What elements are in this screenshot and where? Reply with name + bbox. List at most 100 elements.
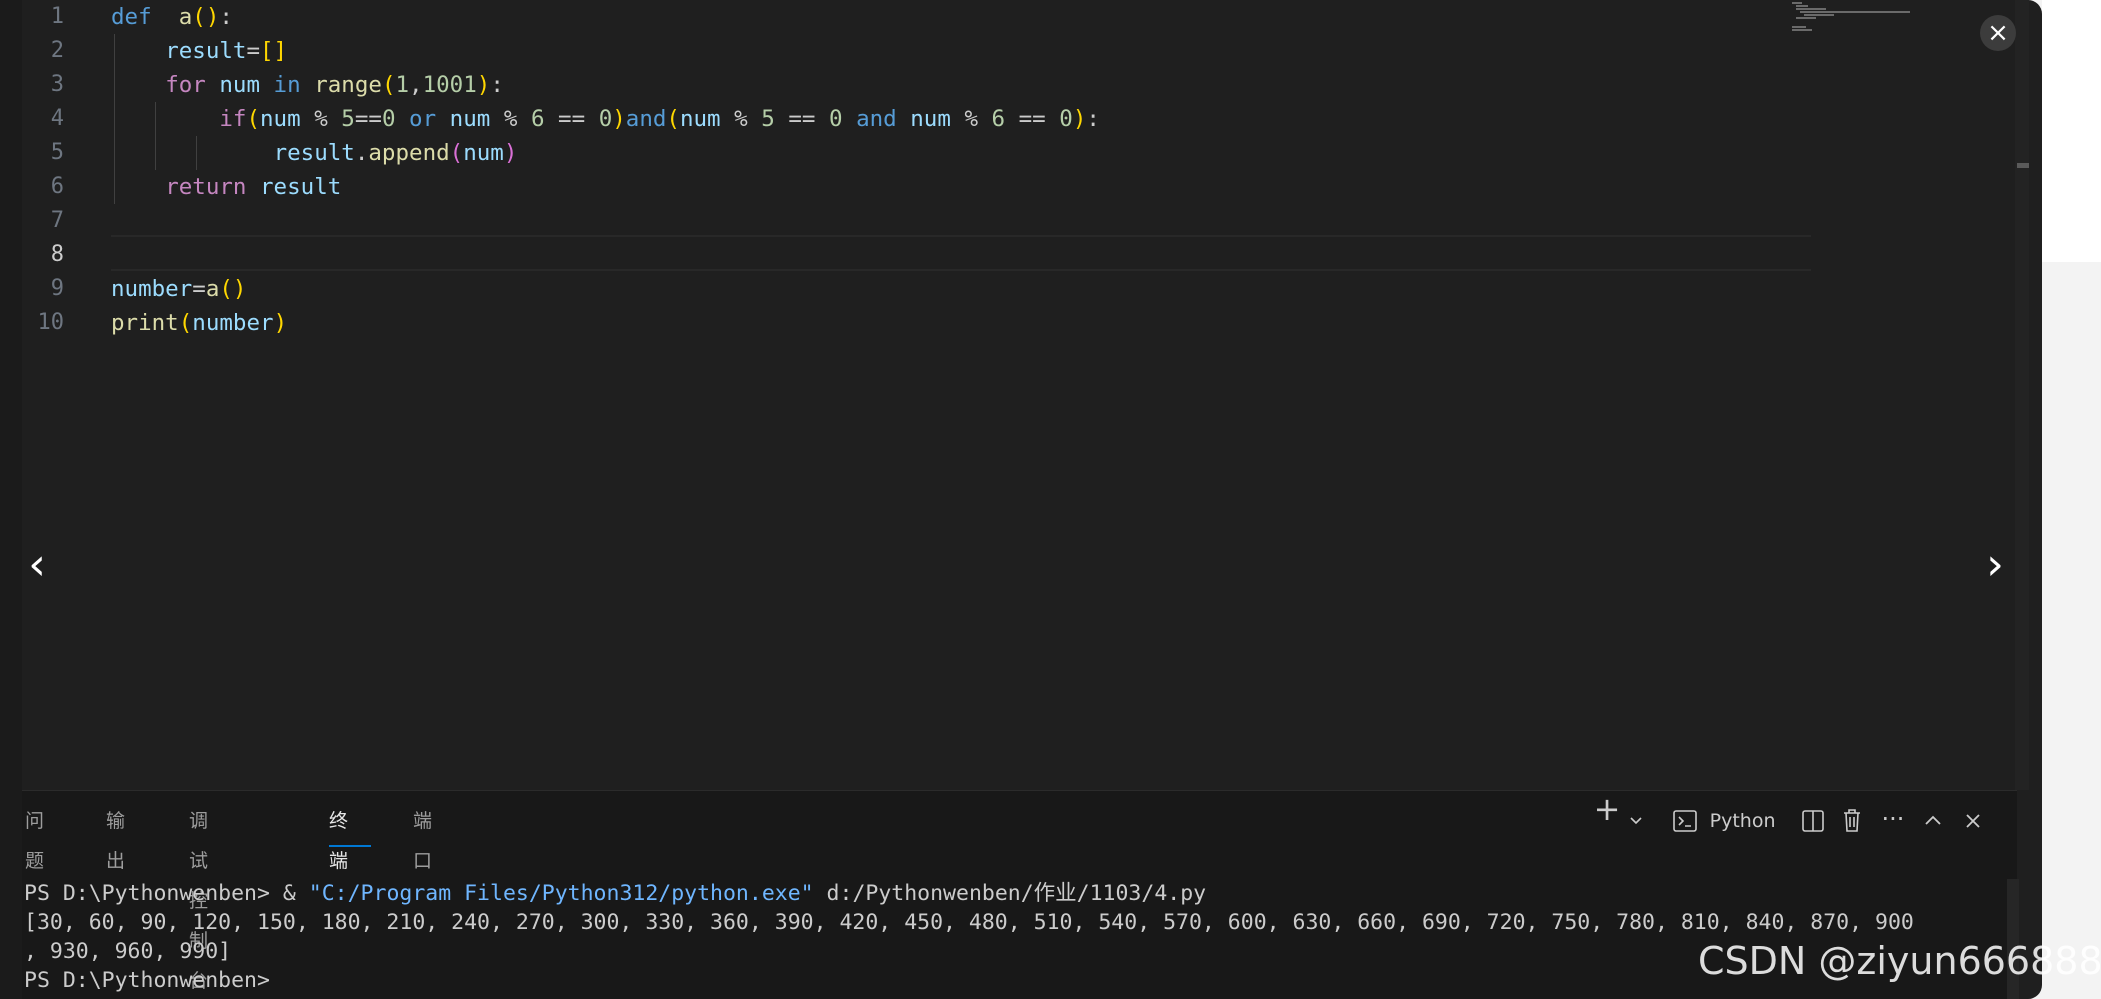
code-token: num <box>260 106 301 132</box>
code-token: : <box>1086 106 1100 132</box>
indent-guide <box>155 102 156 170</box>
code-token: 0 <box>1059 106 1073 132</box>
chevron-down-icon[interactable] <box>1626 803 1646 839</box>
code-line: print(number) <box>111 306 287 340</box>
code-token: % <box>950 106 992 132</box>
code-line: for num in range(1,1001): <box>111 68 504 102</box>
code-token: % <box>300 106 342 132</box>
code-token: def <box>111 4 152 30</box>
indent-guide <box>114 34 115 204</box>
next-arrow-icon[interactable]: › <box>1980 540 2010 590</box>
previous-arrow-icon[interactable]: ‹ <box>22 540 52 590</box>
split-terminal-icon[interactable] <box>1798 803 1828 839</box>
code-token: 5 <box>341 106 355 132</box>
line-number: 5 <box>50 140 64 165</box>
code-token: () <box>219 276 247 302</box>
code-token: 1 <box>395 72 410 98</box>
code-token: return <box>165 174 247 200</box>
code-token: ) <box>476 72 491 98</box>
code-token: if <box>219 106 247 132</box>
code-token: [] <box>260 38 288 64</box>
code-token: num <box>463 140 504 166</box>
code-token: result <box>246 174 342 200</box>
code-token: ) <box>273 310 288 336</box>
viewer-left-edge <box>0 0 22 999</box>
code-token: = <box>246 38 261 64</box>
terminal-script-path: d:/Pythonwenben/作业/1103/4.py <box>813 881 1207 906</box>
code-token: or <box>395 106 437 132</box>
code-token: a <box>205 276 220 302</box>
add-terminal-button[interactable]: + <box>1592 791 1622 827</box>
close-icon[interactable]: × <box>1980 15 2016 51</box>
code-token: . <box>354 140 369 166</box>
code-token: number <box>192 310 274 336</box>
code-token: 6 <box>991 106 1006 132</box>
code-token: 6 <box>530 106 545 132</box>
terminal-prompt: PS D:\Pythonwenben> & <box>24 881 309 906</box>
code-token: ) <box>1072 106 1087 132</box>
terminal-profile-button[interactable]: Python <box>1672 803 1782 839</box>
line-number: 10 <box>37 310 65 335</box>
code-token: % <box>490 106 531 132</box>
trash-icon[interactable] <box>1837 803 1867 839</box>
code-token: in <box>260 72 301 98</box>
code-token: num <box>896 106 951 132</box>
code-editor[interactable]: 1 2 3 4 5 6 7 8 9 10 def a(): result=[] for num i… <box>22 0 2029 790</box>
line-number: 4 <box>50 106 64 131</box>
close-panel-icon[interactable] <box>1958 803 1988 839</box>
terminal-icon <box>1673 810 1697 832</box>
line-number: 8 <box>50 242 64 267</box>
code-token: ) <box>503 140 518 166</box>
code-line: result.append(num) <box>111 136 518 170</box>
code-token: num <box>679 106 721 132</box>
maximize-panel-icon[interactable] <box>1918 803 1948 839</box>
active-tab-indicator <box>329 845 371 847</box>
code-token: 0 <box>598 106 613 132</box>
code-token: number <box>111 276 193 302</box>
tab-ports[interactable]: 端口 <box>413 801 432 872</box>
minimap[interactable] <box>1792 2 1952 42</box>
code-line: if(num % 5==0 or num % 6 == 0)and(num % … <box>111 102 1100 136</box>
line-number: 7 <box>50 208 64 233</box>
terminal-prompt-line: PS D:\Pythonwenben> <box>24 968 270 993</box>
terminal-command-line: PS D:\Pythonwenben> & "C:/Program Files/… <box>24 879 1206 908</box>
code-token: == <box>354 106 382 132</box>
tab-terminal[interactable]: 终端 <box>329 801 348 872</box>
tab-debug-console[interactable]: 调试控制台 <box>189 801 208 992</box>
code-token: append <box>368 140 450 166</box>
code-token: 0 <box>828 106 843 132</box>
code-token: and <box>842 106 897 132</box>
terminal-profile-label: Python <box>1709 810 1776 832</box>
code-token: 1001 <box>422 72 477 98</box>
terminal-output-line: , 930, 960, 990] <box>24 939 232 964</box>
code-token: == <box>544 106 599 132</box>
code-token: : <box>219 4 233 30</box>
code-token: ) <box>612 106 626 132</box>
code-token: print <box>111 310 179 336</box>
line-number-gutter: 1 2 3 4 5 6 7 8 9 10 <box>22 0 92 790</box>
terminal-exe-path: "C:/Program Files/Python312/python.exe" <box>308 881 814 906</box>
code-token: 5 <box>761 106 775 132</box>
line-number: 3 <box>50 72 64 97</box>
editor-scrollbar[interactable] <box>2015 0 2029 790</box>
code-token: range <box>300 72 382 98</box>
tab-problems[interactable]: 问题 <box>25 801 44 872</box>
current-line-highlight <box>111 235 1811 271</box>
terminal-output-line: [30, 60, 90, 120, 150, 180, 210, 240, 27… <box>24 910 1914 935</box>
editor-scrollbar-thumb[interactable] <box>2017 163 2029 168</box>
page-background-top <box>2042 0 2101 262</box>
code-token: and <box>625 106 667 132</box>
code-token: : <box>490 72 504 98</box>
code-token: num <box>205 72 261 98</box>
code-line: def a(): <box>111 0 233 34</box>
more-actions-icon[interactable]: ··· <box>1878 801 1908 837</box>
tab-output[interactable]: 输出 <box>106 801 125 872</box>
code-token: a <box>178 4 193 30</box>
code-token: == <box>1005 106 1060 132</box>
code-token: () <box>192 4 220 30</box>
